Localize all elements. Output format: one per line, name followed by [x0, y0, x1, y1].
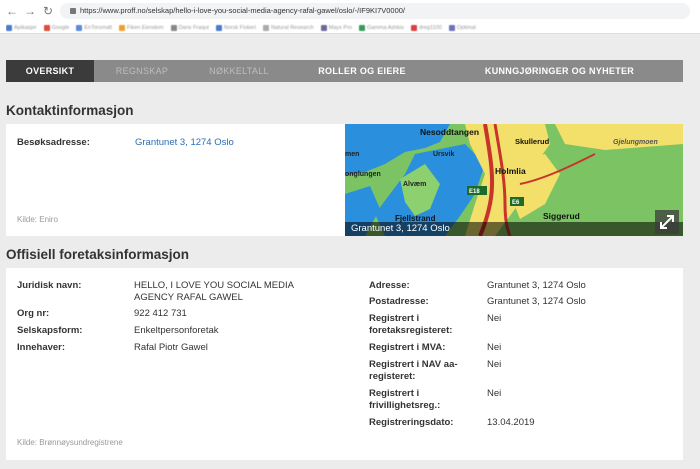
map-label: onglungen: [345, 171, 381, 178]
bookmark-icon: [118, 24, 125, 31]
company-form-value: Enkeltpersonforetak: [134, 325, 219, 336]
tab-nokkeltall[interactable]: NØKKELTALL: [190, 60, 288, 82]
bookmark-item[interactable]: Fiken Eiendom: [118, 22, 164, 33]
bookmark-label: Optimal: [456, 24, 476, 31]
forward-arrow-icon[interactable]: →: [22, 3, 38, 19]
tab-kunngjoringer-og-nyheter[interactable]: KUNNGJØRINGER OG NYHETER: [436, 60, 683, 82]
contact-card: Besøksadresse: Grantunet 3, 1274 Oslo Ki…: [6, 124, 683, 236]
bookmark-icon: [320, 24, 327, 31]
postal-address-label: Postadresse:: [369, 296, 429, 307]
enterprise-register-label-line2: foretaksregisteret:: [369, 325, 453, 336]
map-label: Holmlia: [495, 166, 526, 176]
address-url: https://www.proff.no/selskap/hello-i-lov…: [80, 6, 406, 15]
nav-register-value: Nei: [487, 359, 502, 370]
nav-register-label-line1: Registrert i NAV aa-: [369, 359, 458, 370]
official-source: Kilde: Brønnøysundregistrene: [17, 438, 123, 447]
map-label: Nesoddtangen: [420, 127, 479, 137]
owner-value: Rafal Piotr Gawel: [134, 342, 208, 353]
org-nr-label: Org nr:: [17, 308, 50, 319]
map-label: Ursvik: [433, 151, 455, 158]
bookmark-label: Mayx Pro: [328, 24, 352, 31]
map-label: Gjelungmoen: [613, 139, 658, 146]
bookmark-item[interactable]: Gamma Ashkis: [358, 22, 404, 33]
company-form-label: Selskapsform:: [17, 325, 83, 336]
bookmarks-bar: Apikasjer Google EnTorsmalt Fiken Eiendo…: [6, 22, 696, 33]
enterprise-register-value: Nei: [487, 313, 502, 324]
voluntary-register-label-line2: frivillighetsreg.:: [369, 400, 441, 411]
bookmark-label: Gamma Ashkis: [366, 24, 404, 31]
map-label: Siggerud: [543, 211, 580, 221]
reload-icon[interactable]: ↻: [40, 3, 56, 19]
contact-section-title: Kontaktinformasjon: [6, 103, 134, 118]
bookmark-icon: [262, 24, 269, 31]
expand-icon: [660, 215, 674, 229]
bookmark-label: Dans Fraqut: [178, 24, 209, 31]
bookmark-label: dreg1100: [418, 24, 442, 31]
bookmark-icon: [6, 24, 12, 31]
bookmark-item[interactable]: dreg1100: [410, 22, 442, 33]
vat-register-value: Nei: [487, 342, 502, 353]
bookmark-label: EnTorsmalt: [84, 24, 112, 31]
nav-register-label-line2: registeret:: [369, 371, 416, 382]
owner-label: Innehaver:: [17, 342, 66, 353]
contact-source: Kilde: Eniro: [17, 215, 58, 224]
back-arrow-icon[interactable]: ←: [4, 3, 20, 19]
address-bar[interactable]: https://www.proff.no/selskap/hello-i-lov…: [60, 3, 690, 19]
map-label: Alvæm: [403, 181, 426, 188]
bookmark-item[interactable]: Natural Research: [262, 22, 314, 33]
voluntary-register-label-line1: Registrert i: [369, 388, 420, 399]
map-label: Skullerud: [515, 137, 550, 146]
org-nr-value: 922 412 731: [134, 308, 187, 319]
bookmark-icon: [215, 24, 222, 31]
bookmark-label: Norsk Fiskeri: [223, 24, 256, 31]
address-value: Grantunet 3, 1274 Oslo: [487, 280, 586, 291]
expand-map-button[interactable]: [655, 210, 679, 234]
bookmark-label: Apikasjer: [14, 24, 37, 31]
map-graphic: Nesoddtangen Skullerud Ursvik Holmlia Al…: [345, 124, 683, 236]
bookmark-icon: [358, 24, 365, 31]
address-label: Adresse:: [369, 280, 410, 291]
map-label: E6: [512, 200, 520, 206]
bookmark-item[interactable]: Mayx Pro: [320, 22, 352, 33]
voluntary-register-value: Nei: [487, 388, 502, 399]
postal-address-value: Grantunet 3, 1274 Oslo: [487, 296, 586, 307]
bookmark-item[interactable]: Dans Fraqut: [170, 22, 209, 33]
lock-icon: [70, 8, 76, 15]
map-label: men: [345, 151, 359, 158]
official-section-title: Offisiell foretaksinformasjon: [6, 247, 190, 262]
company-tabs: OVERSIKT REGNSKAP NØKKELTALL ROLLER OG E…: [6, 60, 683, 82]
bookmark-item[interactable]: Google: [43, 22, 70, 33]
registration-date-label: Registreringsdato:: [369, 417, 454, 428]
browser-chrome: ← → ↻ https://www.proff.no/selskap/hello…: [0, 0, 700, 34]
bookmark-label: Google: [51, 24, 70, 31]
legal-name-label: Juridisk navn:: [17, 280, 82, 291]
browser-nav: ← → ↻: [4, 3, 56, 19]
official-card: Juridisk navn: HELLO, I LOVE YOU SOCIAL …: [6, 268, 683, 460]
bookmark-icon: [170, 24, 177, 31]
enterprise-register-label-line1: Registrert i: [369, 313, 420, 324]
bookmark-item[interactable]: Apikasjer: [6, 22, 37, 33]
bookmark-label: Fiken Eiendom: [126, 24, 164, 31]
map-caption: Grantunet 3, 1274 Oslo: [345, 222, 683, 236]
bookmark-icon: [448, 24, 455, 31]
bookmark-icon: [410, 24, 417, 31]
registration-date-value: 13.04.2019: [487, 417, 535, 428]
legal-name-value-line1: HELLO, I LOVE YOU SOCIAL MEDIA: [134, 280, 294, 291]
map-label: E18: [469, 189, 480, 195]
bookmark-icon: [76, 24, 83, 31]
bookmark-item[interactable]: Optimal: [448, 22, 476, 33]
location-map[interactable]: Nesoddtangen Skullerud Ursvik Holmlia Al…: [345, 124, 683, 236]
legal-name-value-line2: AGENCY RAFAL GAWEL: [134, 292, 243, 303]
tab-regnskap[interactable]: REGNSKAP: [94, 60, 190, 82]
tab-roller-og-eiere[interactable]: ROLLER OG EIERE: [288, 60, 436, 82]
tab-oversikt[interactable]: OVERSIKT: [6, 60, 94, 82]
visit-address-link[interactable]: Grantunet 3, 1274 Oslo: [135, 137, 234, 148]
bookmark-item[interactable]: EnTorsmalt: [76, 22, 112, 33]
bookmark-item[interactable]: Norsk Fiskeri: [215, 22, 256, 33]
bookmark-label: Natural Research: [270, 24, 314, 31]
bookmark-icon: [43, 24, 50, 31]
visit-address-label: Besøksadresse:: [17, 137, 90, 148]
vat-register-label: Registrert i MVA:: [369, 342, 446, 353]
